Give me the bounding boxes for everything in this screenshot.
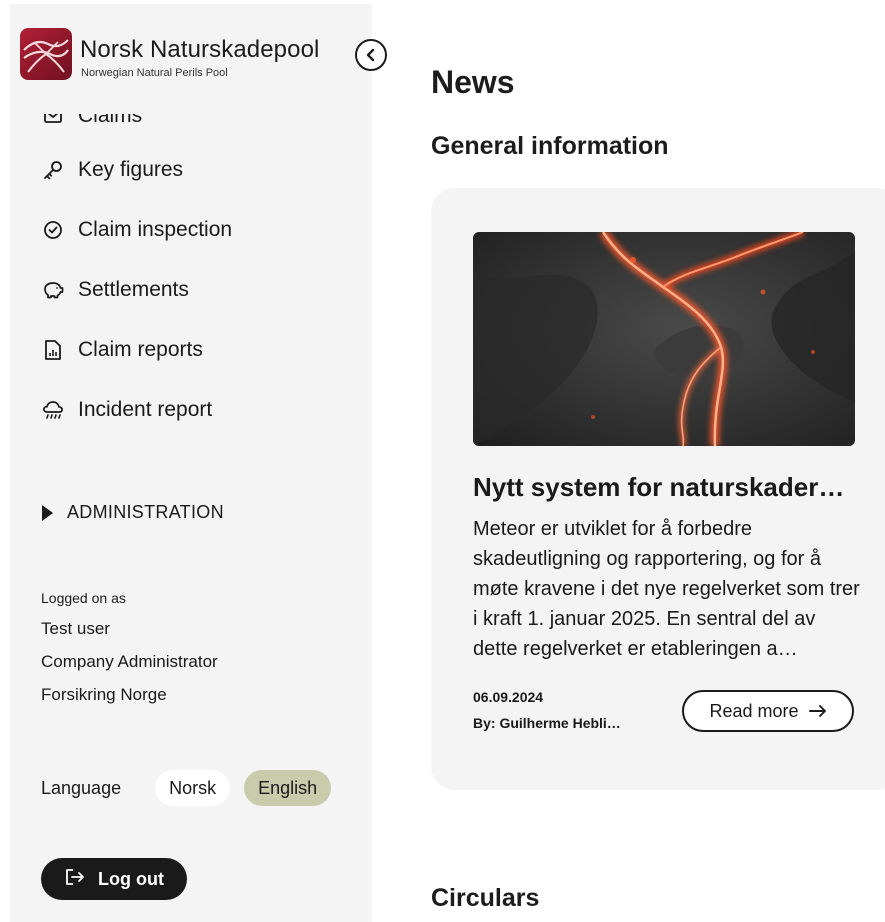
user-info: Logged on as Test user Company Administr… [41,590,218,705]
sidebar-item-label: Claims [78,104,143,127]
arrow-right-icon [808,704,827,718]
section-heading-circulars: Circulars [431,884,540,912]
section-heading-general: General information [431,132,669,160]
news-author: By: Guilherme Hebli… [473,715,621,731]
sidebar-item-label: Key figures [78,158,184,181]
news-card[interactable]: Nytt system for naturskader… Meteor er u… [431,188,885,790]
sidebar-item-label: Settlements [78,278,189,301]
sidebar-item-label: Claim reports [78,338,203,361]
brand-name: Norsk Naturskadepool [80,36,320,63]
report-icon [42,339,64,361]
news-title[interactable]: Nytt system for naturskader… [473,472,868,503]
logout-label: Log out [98,868,164,889]
read-more-button[interactable]: Read more [682,690,854,732]
user-role: Company Administrator [41,652,218,671]
brand-subtitle: Norwegian Natural Perils Pool [81,67,228,79]
caret-right-icon [42,504,53,521]
language-selector: Language Norsk English [41,770,345,806]
logout-icon [64,867,86,892]
sidebar-item-incident-report[interactable]: Incident report [42,394,212,426]
page: Claims Key figures Claim inspection Sett… [0,0,885,922]
administration-label: ADMINISTRATION [67,502,224,522]
sidebar-item-settlements[interactable]: Settlements [42,274,189,306]
rain-cloud-icon [42,399,64,421]
chevron-left-icon [364,48,378,62]
key-icon [42,159,64,181]
sidebar-item-claim-reports[interactable]: Claim reports [42,334,203,366]
logo [20,28,72,80]
language-label: Language [41,777,122,798]
check-circle-icon [42,219,64,241]
collapse-sidebar-button[interactable] [355,39,387,71]
news-image [473,232,855,446]
logged-on-label: Logged on as [41,590,126,606]
read-more-label: Read more [709,700,799,721]
sidebar-item-claims[interactable]: Claims [42,104,143,132]
language-option-norsk[interactable]: Norsk [155,770,231,806]
news-excerpt: Meteor er utviklet for å forbedre skadeu… [473,518,860,660]
sidebar-item-claim-inspection[interactable]: Claim inspection [42,214,232,246]
mail-icon [42,114,64,127]
piggy-bank-icon [42,279,64,301]
user-company: Forsikring Norge [41,685,167,704]
language-option-english[interactable]: English [244,770,332,806]
user-name: Test user [41,619,110,638]
sidebar-item-label: Claim inspection [78,218,233,241]
page-title: News [431,64,515,100]
news-date: 06.09.2024 [473,689,544,705]
administration-toggle[interactable]: ADMINISTRATION [42,502,224,523]
sidebar: Claims Key figures Claim inspection Sett… [10,4,372,922]
logout-button[interactable]: Log out [41,858,187,900]
sidebar-item-key-figures[interactable]: Key figures [42,154,183,186]
sidebar-item-label: Incident report [78,398,213,421]
